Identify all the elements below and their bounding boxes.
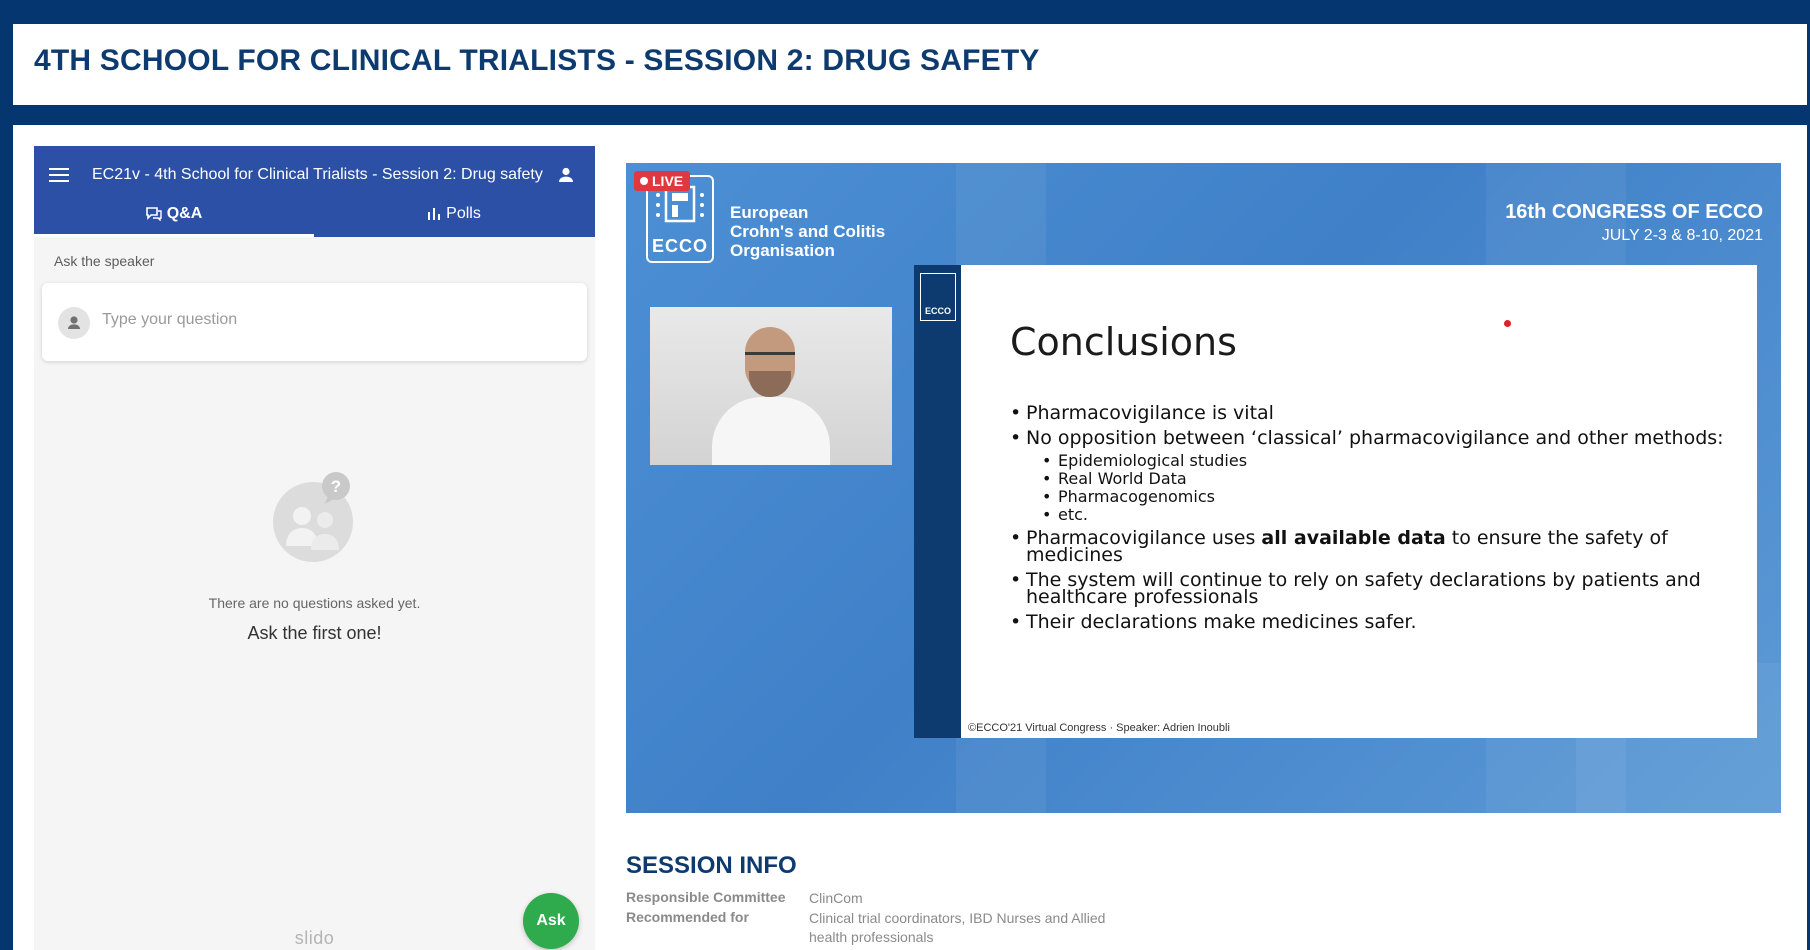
live-dot-icon — [640, 177, 648, 185]
speaker-beard — [749, 371, 791, 397]
slide-sub-bullet: Epidemiological studies — [1010, 452, 1730, 471]
ask-speaker-label: Ask the speaker — [54, 253, 155, 269]
organisation-name-line: Organisation — [730, 241, 835, 260]
organisation-name-line: Crohn's and Colitis — [730, 222, 886, 241]
question-box[interactable] — [42, 283, 587, 361]
slide-title: Conclusions — [1010, 320, 1237, 364]
speaker-glasses — [745, 352, 795, 366]
info-value: ClinCom — [809, 890, 863, 906]
slido-header: EC21v - 4th School for Clinical Trialist… — [34, 146, 595, 237]
hamburger-menu-icon[interactable] — [49, 168, 69, 184]
organisation-name-line: European — [730, 203, 809, 222]
slide-bullet: No opposition between ‘classical’ pharma… — [1010, 429, 1730, 448]
speaker-body — [712, 397, 830, 465]
empty-state-message: There are no questions asked yet. — [208, 595, 421, 611]
empty-questions-icon: ? — [273, 472, 357, 562]
slide-logo: ECCO — [920, 273, 956, 321]
slide-footer: ©ECCO'21 Virtual Congress · Speaker: Adr… — [968, 722, 1230, 734]
video-player[interactable]: ECCO LIVE European Crohn's and Colitis O… — [626, 163, 1781, 813]
slide-sub-bullet: etc. — [1010, 506, 1730, 525]
user-icon[interactable] — [556, 165, 576, 185]
info-key: Recommended for — [626, 909, 749, 925]
tab-polls-label: Polls — [446, 205, 481, 222]
slide-bullet: Pharmacovigilance is vital — [1010, 404, 1730, 423]
chat-bubbles-icon — [145, 207, 162, 222]
slide-sub-bullet: Pharmacogenomics — [1010, 488, 1730, 507]
info-value: Clinical trial coordinators, IBD Nurses … — [809, 910, 1106, 945]
slide-bullet: Their declarations make medicines safer. — [1010, 613, 1730, 632]
slido-logo: slido — [294, 928, 335, 948]
live-label: LIVE — [652, 173, 684, 189]
slido-panel: EC21v - 4th School for Clinical Trialist… — [34, 146, 595, 950]
avatar — [58, 307, 90, 339]
question-input[interactable] — [102, 311, 562, 329]
tab-polls[interactable]: Polls — [314, 205, 594, 237]
congress-dates: JULY 2-3 & 8-10, 2021 — [1601, 227, 1763, 244]
event-title: EC21v - 4th School for Clinical Trialist… — [92, 166, 543, 183]
main-content: EC21v - 4th School for Clinical Trialist… — [13, 125, 1807, 950]
svg-text:?: ? — [331, 477, 341, 496]
ask-button[interactable]: Ask — [523, 893, 579, 949]
bar-chart-icon — [428, 208, 441, 220]
page-title: 4TH SCHOOL FOR CLINICAL TRIALISTS - SESS… — [34, 44, 1040, 77]
tab-qa[interactable]: Q&A — [34, 205, 314, 237]
page-header: 4TH SCHOOL FOR CLINICAL TRIALISTS - SESS… — [13, 24, 1807, 105]
live-badge: LIVE — [634, 171, 691, 191]
presentation-slide: ECCO Conclusions Pharmacovigilance is vi… — [914, 265, 1757, 738]
slide-bullet: Pharmacovigilance uses all available dat… — [1010, 527, 1730, 565]
slide-sub-bullet: Real World Data — [1010, 470, 1730, 489]
slide-bullet-bold: all available data — [1261, 527, 1446, 549]
laser-pointer — [1504, 320, 1511, 327]
empty-state-cta: Ask the first one! — [247, 623, 382, 643]
slide-bullet: The system will continue to rely on safe… — [1010, 571, 1730, 607]
session-info-heading: SESSION INFO — [626, 852, 797, 879]
active-tab-indicator — [34, 234, 314, 237]
slide-sub-bullets: Epidemiological studies Real World Data … — [1010, 452, 1730, 525]
organisation-name: European Crohn's and Colitis Organisatio… — [730, 203, 885, 260]
tab-qa-label: Q&A — [166, 205, 203, 222]
person-icon — [68, 316, 80, 329]
ecco-logo-text: ECCO — [651, 236, 708, 256]
slide-bullets: Pharmacovigilance is vital No opposition… — [1010, 404, 1730, 639]
info-key: Responsible Committee — [626, 889, 786, 905]
congress-title: 16th CONGRESS OF ECCO — [1505, 201, 1763, 223]
speaker-webcam — [650, 307, 892, 465]
slide-sidebar: ECCO — [914, 265, 961, 738]
